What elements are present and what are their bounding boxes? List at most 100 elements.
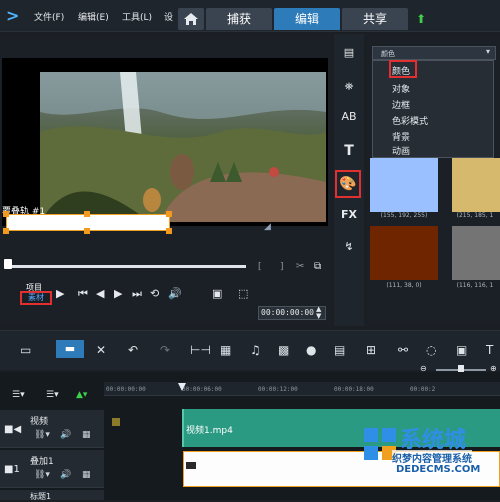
track-name: 标题1	[30, 492, 52, 501]
overlay-clip-thumb	[186, 462, 196, 469]
menu-tools[interactable]: 工具(L)	[122, 10, 152, 23]
ruler-tick: 00:00:00:00	[106, 386, 146, 393]
video-clip-name: 视频1.mp4	[186, 426, 233, 436]
category-dropdown[interactable]: 颜色	[372, 46, 496, 60]
tab-capture[interactable]: 捕获	[206, 8, 272, 30]
track-name: 叠加1	[30, 457, 54, 467]
menu-item-border[interactable]: 边框	[392, 98, 410, 111]
resize-handle[interactable]	[166, 228, 172, 234]
title-tool-icon[interactable]: T	[486, 343, 493, 357]
motion-tracking-icon[interactable]: ●	[306, 343, 316, 357]
toolbar-settings-icon[interactable]: ✕	[96, 343, 106, 357]
clip-thumb-icon[interactable]	[112, 418, 120, 426]
resize-handle[interactable]	[84, 228, 90, 234]
track-grid-icon[interactable]: ▦	[82, 430, 91, 440]
watermark: 系统城 织梦内容管理系统 DEDECMS.COM	[360, 420, 500, 500]
resize-corner-icon[interactable]: ◢	[264, 222, 271, 232]
volume-icon[interactable]: 🔊	[168, 287, 182, 300]
ruler-tick: 00:00:06:00	[182, 386, 222, 393]
menu-file[interactable]: 文件(F)	[34, 10, 64, 23]
menu-settings[interactable]: 设	[164, 10, 173, 23]
swatch-label: (111, 38, 0)	[386, 282, 422, 289]
tab-edit[interactable]: 编辑	[274, 8, 340, 30]
mark-out-icon[interactable]: ]	[280, 262, 284, 272]
undo-icon[interactable]: ↶	[128, 343, 138, 357]
ruler-tick: 00:00:2	[410, 386, 436, 393]
watermark-site: DEDECMS.COM	[396, 464, 481, 475]
home-icon[interactable]	[178, 8, 204, 30]
swatch-label: (215, 185, 1	[456, 212, 494, 219]
chapter-icon[interactable]: ☰▾	[46, 390, 59, 400]
storyboard-view-icon[interactable]: ▭	[20, 343, 31, 357]
track-volume-icon[interactable]: 🔊	[60, 470, 71, 480]
auto-music-icon[interactable]: ▩	[278, 343, 289, 357]
title-icon[interactable]: T	[338, 140, 360, 162]
path-icon[interactable]: ↯	[338, 236, 360, 258]
overlay-track-icon: ■1	[4, 464, 20, 475]
mark-in-icon[interactable]: [	[258, 262, 262, 272]
playhead[interactable]	[178, 383, 186, 391]
menu-item-color-pattern[interactable]: 色彩模式	[392, 114, 428, 127]
resize-handle[interactable]	[3, 228, 9, 234]
timeline-ruler[interactable]	[104, 382, 500, 396]
swatch-label: (155, 192, 255)	[380, 212, 428, 219]
aspect-ratio-icon[interactable]: ▣	[212, 287, 222, 300]
resize-handle[interactable]	[166, 211, 172, 217]
track-volume-icon[interactable]: 🔊	[60, 430, 71, 440]
tab-share[interactable]: 共享	[342, 8, 408, 30]
record-icon[interactable]: ▦	[220, 343, 231, 357]
crop-icon[interactable]: ⬚	[238, 287, 248, 300]
end-icon[interactable]: ⏭	[132, 287, 142, 301]
play-icon[interactable]: ▶	[56, 287, 64, 300]
multi-camera-icon[interactable]: ⊞	[366, 343, 376, 357]
color-swatch[interactable]	[452, 158, 500, 212]
track-header-title	[0, 490, 104, 500]
sound-mixer-icon[interactable]: ♫	[250, 343, 261, 357]
add-marker-icon[interactable]: ▲▾	[76, 390, 87, 400]
timeline-view-icon[interactable]: ▬	[56, 340, 84, 358]
transition-icon[interactable]: AB	[338, 106, 360, 128]
menu-item-object[interactable]: 对象	[392, 82, 410, 95]
color-swatch[interactable]	[370, 226, 438, 280]
motion-icon[interactable]: ⚯	[398, 343, 408, 357]
repeat-icon[interactable]: ⟲	[150, 287, 159, 300]
home-start-icon[interactable]: ⏮	[78, 287, 88, 301]
preview-image	[40, 72, 326, 222]
resize-handle[interactable]	[3, 211, 9, 217]
track-grid-icon[interactable]: ▦	[82, 470, 91, 480]
pan-zoom-icon[interactable]: ▣	[456, 343, 467, 357]
media-icon[interactable]: ▤	[338, 42, 360, 64]
graphics-icon[interactable]: 🎨	[335, 170, 361, 198]
prev-frame-icon[interactable]: ◀	[96, 287, 104, 300]
playback-scrubber[interactable]	[8, 265, 246, 268]
chevron-down-icon: ▾	[486, 47, 491, 56]
track-manager-icon[interactable]: ☰▾	[12, 390, 25, 400]
menu-edit[interactable]: 编辑(E)	[78, 10, 109, 23]
fit-timeline-icon[interactable]: ⊢⊣	[190, 343, 211, 357]
instant-project-icon[interactable]: ⛯	[338, 76, 360, 98]
resize-handle[interactable]	[84, 211, 90, 217]
color-swatch[interactable]	[452, 226, 500, 280]
mask-icon[interactable]: ◌	[426, 343, 436, 357]
ruler-tick: 00:00:12:00	[258, 386, 298, 393]
link-icon[interactable]: ⛓▾	[34, 470, 50, 480]
video-track-icon: ■◀	[4, 424, 22, 435]
link-icon[interactable]: ⛓▾	[34, 430, 50, 440]
watermark-sub: 织梦内容管理系统	[392, 450, 472, 465]
ruler-tick: 00:00:18:00	[334, 386, 374, 393]
subtitle-icon[interactable]: ▤	[334, 343, 345, 357]
scrubber-knob[interactable]	[4, 259, 12, 269]
menu-item-background[interactable]: 背景	[392, 130, 410, 143]
menu-item-color[interactable]: 颜色	[392, 64, 410, 77]
color-swatch[interactable]	[370, 158, 438, 212]
next-frame-icon[interactable]: ▶	[114, 287, 122, 300]
upload-arrow-icon[interactable]: ⬆	[416, 12, 426, 26]
filter-icon[interactable]: FX	[338, 204, 360, 226]
enlarge-icon[interactable]: ⧉	[314, 261, 321, 272]
cut-icon[interactable]: ✂	[296, 261, 304, 272]
menu-item-animation[interactable]: 动画	[392, 144, 410, 157]
redo-icon[interactable]: ↷	[160, 343, 170, 357]
timecode-stepper-icon[interactable]: ▲ ▼	[316, 306, 321, 320]
swatch-label: (116, 116, 1	[456, 282, 494, 289]
clip-mode-label[interactable]: 素材	[20, 291, 52, 305]
